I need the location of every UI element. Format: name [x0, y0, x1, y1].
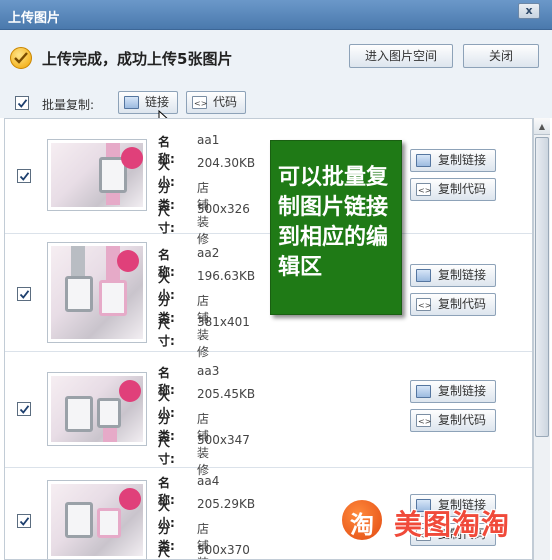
- copy-link-label: 复制链接: [438, 268, 487, 282]
- copy-code-button[interactable]: 复制代码: [410, 409, 496, 432]
- image-size: 196.63KB: [197, 269, 256, 283]
- uploaded-image-list: 名称: aa1 大小: 204.30KB 分类: 店铺装修 尺寸: 500x326 复制…: [4, 118, 533, 560]
- dims-label: 尺寸:: [158, 204, 175, 235]
- batch-copy-code-label: 代码: [213, 95, 238, 109]
- dims-label: 尺寸:: [158, 317, 175, 348]
- item-checkbox[interactable]: [17, 169, 31, 183]
- image-thumbnail[interactable]: [47, 242, 147, 343]
- item-checkbox[interactable]: [17, 287, 31, 301]
- batch-copy-toolbar: 批量复制: 链接 代码: [0, 88, 552, 118]
- batch-select-checkbox[interactable]: [15, 96, 29, 110]
- item-checkbox[interactable]: [17, 514, 31, 528]
- image-thumbnail[interactable]: [47, 480, 147, 559]
- annotation-callout: 可以批量复制图片链接到相应的编辑区: [270, 140, 402, 315]
- watermark-text: 美图淘淘: [394, 508, 511, 541]
- link-icon: [124, 96, 139, 109]
- enter-image-space-button[interactable]: 进入图片空间: [349, 44, 453, 68]
- dims-label: 尺寸:: [158, 435, 175, 466]
- image-name: aa1: [197, 133, 220, 147]
- copy-link-label: 复制链接: [438, 384, 487, 398]
- image-size: 204.30KB: [197, 156, 256, 170]
- watermark-logo-icon: 淘: [340, 498, 384, 542]
- link-icon: [416, 269, 431, 282]
- window-title: 上传图片: [8, 11, 61, 26]
- window-close-button[interactable]: x: [518, 3, 540, 19]
- close-button[interactable]: 关闭: [463, 44, 539, 68]
- image-thumbnail[interactable]: [47, 372, 147, 446]
- scrollbar-thumb[interactable]: [535, 137, 549, 437]
- image-dims: 381x401: [197, 315, 250, 329]
- copy-link-button[interactable]: 复制链接: [410, 380, 496, 403]
- check-icon: [10, 47, 32, 69]
- image-name: aa3: [197, 364, 220, 378]
- image-dims: 500x326: [197, 202, 250, 216]
- image-name: aa4: [197, 474, 220, 488]
- list-item: 名称: aa2 大小: 196.63KB 分类: 店铺装修 尺寸: 381x401 复制…: [5, 234, 532, 359]
- image-dims: 500x370: [197, 543, 250, 557]
- code-icon: [416, 180, 431, 201]
- image-size: 205.45KB: [197, 387, 256, 401]
- copy-code-label: 复制代码: [438, 182, 487, 196]
- batch-copy-code-button[interactable]: 代码: [186, 91, 246, 114]
- code-icon: [416, 295, 431, 316]
- copy-link-button[interactable]: 复制链接: [410, 149, 496, 172]
- copy-code-button[interactable]: 复制代码: [410, 178, 496, 201]
- watermark-logo-char: 淘: [350, 511, 374, 539]
- image-size: 205.29KB: [197, 497, 256, 511]
- image-dims: 500x347: [197, 433, 250, 447]
- link-icon: [416, 385, 431, 398]
- item-checkbox[interactable]: [17, 402, 31, 416]
- code-icon: [192, 93, 207, 114]
- code-icon: [416, 411, 431, 432]
- batch-copy-label: 批量复制:: [42, 98, 95, 112]
- copy-link-button[interactable]: 复制链接: [410, 264, 496, 287]
- image-name: aa2: [197, 246, 220, 260]
- watermark: 淘 美图淘淘: [338, 496, 548, 546]
- upload-status-header: 上传完成，成功上传5张图片 进入图片空间 关闭: [0, 30, 552, 88]
- title-bar: 上传图片 x: [0, 0, 552, 30]
- list-scrollbar[interactable]: ▲: [533, 118, 550, 560]
- list-item: 名称: aa3 大小: 205.45KB 分类: 店铺装修 尺寸: 500x347 复制…: [5, 352, 532, 477]
- copy-code-label: 复制代码: [438, 297, 487, 311]
- image-thumbnail[interactable]: [47, 139, 147, 211]
- dims-label: 尺寸:: [158, 545, 171, 559]
- upload-status-text: 上传完成，成功上传5张图片: [42, 50, 233, 68]
- copy-link-label: 复制链接: [438, 153, 487, 167]
- copy-code-button[interactable]: 复制代码: [410, 293, 496, 316]
- list-item: 名称: aa1 大小: 204.30KB 分类: 店铺装修 尺寸: 500x326 复制…: [5, 119, 532, 246]
- copy-code-label: 复制代码: [438, 413, 487, 427]
- scroll-up-arrow-icon[interactable]: ▲: [534, 118, 550, 135]
- link-icon: [416, 154, 431, 167]
